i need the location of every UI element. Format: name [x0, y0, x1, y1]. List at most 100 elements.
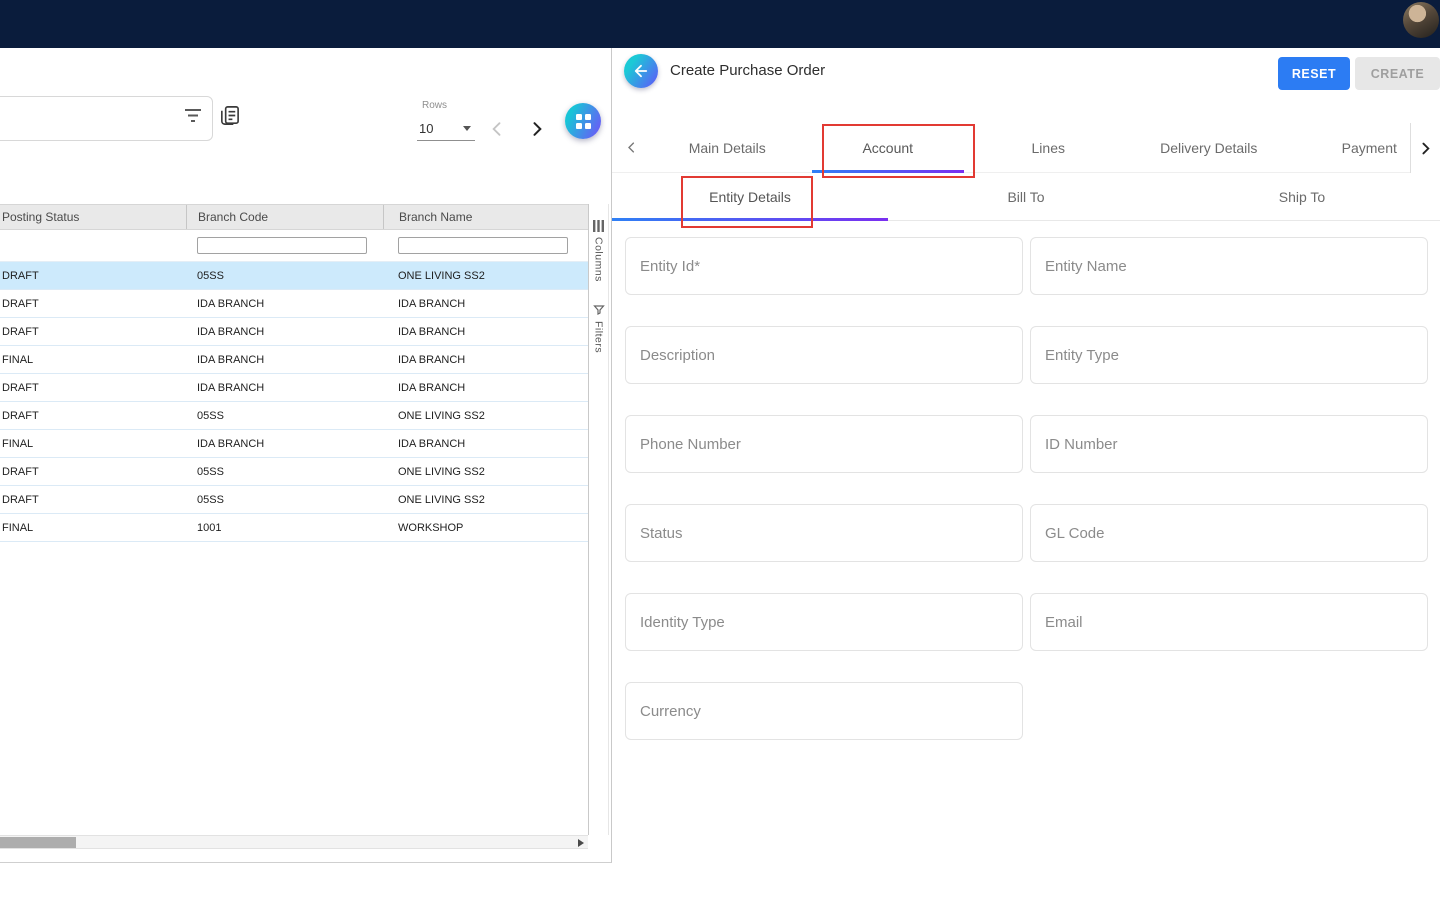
back-arrow-icon — [632, 62, 650, 80]
table-row[interactable]: DRAFTIDA BRANCHIDA BRANCH — [0, 374, 588, 402]
table-cell: DRAFT — [0, 374, 186, 401]
previous-page-button[interactable] — [487, 119, 507, 139]
table-cell: DRAFT — [0, 486, 186, 513]
branch-name-filter-input[interactable] — [398, 237, 568, 254]
rows-per-page-value: 10 — [417, 121, 433, 136]
filter-cell-branch-code — [186, 230, 383, 261]
column-header-posting-status[interactable]: Posting Status — [0, 205, 186, 229]
subtab-bill-to[interactable]: Bill To — [888, 173, 1164, 220]
create-button[interactable]: CREATE — [1355, 57, 1440, 90]
tab-bar: Main DetailsAccountLinesDelivery Details… — [612, 123, 1440, 173]
next-page-button[interactable] — [527, 119, 547, 139]
form-field-description — [625, 326, 1023, 384]
form-field-identity-type — [625, 593, 1023, 651]
form-field-id-number — [1030, 415, 1428, 473]
table-row[interactable]: DRAFT05SSONE LIVING SS2 — [0, 262, 588, 290]
table-cell: DRAFT — [0, 290, 186, 317]
form-field-status — [625, 504, 1023, 562]
tab-lines[interactable]: Lines — [968, 123, 1129, 173]
purchase-order-list-panel: Rows 10 Posting StatusBranch — [0, 48, 612, 863]
rows-per-page-label: Rows — [422, 100, 447, 111]
tab-account[interactable]: Account — [808, 123, 969, 173]
columns-icon — [593, 220, 604, 232]
apps-grid-icon — [576, 114, 591, 129]
rows-per-page-select[interactable]: 10 — [417, 116, 475, 141]
top-navigation-bar — [0, 0, 1440, 48]
table-cell: DRAFT — [0, 402, 186, 429]
table-cell: 05SS — [186, 486, 383, 513]
columns-label: Columns — [593, 237, 605, 282]
field-input-entity-type[interactable] — [1031, 327, 1427, 383]
table-row[interactable]: FINALIDA BRANCHIDA BRANCH — [0, 346, 588, 374]
app-window: Rows 10 Posting StatusBranch — [0, 0, 1440, 900]
table-header-row: Posting StatusBranch CodeBranch Name — [0, 204, 588, 230]
table-row[interactable]: DRAFTIDA BRANCHIDA BRANCH — [0, 318, 588, 346]
field-input-currency[interactable] — [626, 683, 1022, 739]
table-cell: WORKSHOP — [383, 514, 588, 541]
purchase-orders-table: Posting StatusBranch CodeBranch Name DRA… — [0, 204, 588, 542]
field-input-identity-type[interactable] — [626, 594, 1022, 650]
table-cell: 05SS — [186, 458, 383, 485]
branch-code-filter-input[interactable] — [197, 237, 367, 254]
table-cell: IDA BRANCH — [186, 290, 383, 317]
filters-label: Filters — [593, 321, 605, 353]
field-input-id-number[interactable] — [1031, 416, 1427, 472]
tab-delivery-details[interactable]: Delivery Details — [1129, 123, 1290, 173]
table-cell: IDA BRANCH — [383, 290, 588, 317]
form-field-currency — [625, 682, 1023, 740]
filter-cell-branch-name — [383, 230, 588, 261]
table-row[interactable]: DRAFT05SSONE LIVING SS2 — [0, 486, 588, 514]
document-list-icon[interactable] — [218, 104, 241, 127]
table-cell: IDA BRANCH — [186, 346, 383, 373]
subtab-entity-details[interactable]: Entity Details — [612, 173, 888, 220]
funnel-icon — [593, 304, 605, 316]
tab-main-details[interactable]: Main Details — [647, 123, 808, 173]
table-cell: ONE LIVING SS2 — [383, 262, 588, 289]
back-button[interactable] — [624, 54, 658, 88]
field-input-phone-number[interactable] — [626, 416, 1022, 472]
columns-toggle[interactable]: Columns — [593, 220, 605, 282]
form-field-email — [1030, 593, 1428, 651]
table-cell: FINAL — [0, 346, 186, 373]
tab-scroll-left-icon[interactable] — [624, 140, 639, 155]
field-input-gl-code[interactable] — [1031, 505, 1427, 561]
subtab-ship-to[interactable]: Ship To — [1164, 173, 1440, 220]
table-cell: FINAL — [0, 514, 186, 541]
table-cell: ONE LIVING SS2 — [383, 458, 588, 485]
filter-list-icon[interactable] — [184, 108, 202, 123]
table-cell: IDA BRANCH — [186, 318, 383, 345]
reset-button[interactable]: RESET — [1278, 57, 1350, 90]
filters-toggle[interactable]: Filters — [593, 304, 605, 353]
column-header-branch-code[interactable]: Branch Code — [186, 205, 383, 229]
table-cell: IDA BRANCH — [383, 430, 588, 457]
tab-scroll-right-button[interactable] — [1410, 123, 1440, 173]
search-input[interactable] — [7, 111, 157, 126]
user-avatar[interactable] — [1403, 2, 1439, 38]
table-cell: IDA BRANCH — [383, 374, 588, 401]
subtab-bar: Entity DetailsBill ToShip To — [612, 173, 1440, 221]
form-field-phone-number — [625, 415, 1023, 473]
caret-down-icon — [463, 126, 471, 131]
table-cell: 1001 — [186, 514, 383, 541]
field-input-entity-name[interactable] — [1031, 238, 1427, 294]
scrollbar-thumb[interactable] — [0, 837, 76, 848]
table-row[interactable]: DRAFT05SSONE LIVING SS2 — [0, 402, 588, 430]
table-filter-row — [0, 230, 588, 262]
table-cell: DRAFT — [0, 458, 186, 485]
table-row[interactable]: DRAFT05SSONE LIVING SS2 — [0, 458, 588, 486]
table-row[interactable]: FINALIDA BRANCHIDA BRANCH — [0, 430, 588, 458]
tab-payment[interactable]: Payment — [1289, 123, 1410, 173]
scroll-right-arrow-icon[interactable] — [578, 839, 584, 847]
table-row[interactable]: DRAFTIDA BRANCHIDA BRANCH — [0, 290, 588, 318]
table-row[interactable]: FINAL1001WORKSHOP — [0, 514, 588, 542]
field-input-status[interactable] — [626, 505, 1022, 561]
tab-list: Main DetailsAccountLinesDelivery Details… — [647, 123, 1410, 173]
horizontal-scrollbar[interactable] — [0, 835, 588, 849]
field-input-description[interactable] — [626, 327, 1022, 383]
field-input-email[interactable] — [1031, 594, 1427, 650]
column-header-branch-name[interactable]: Branch Name — [383, 205, 588, 229]
apps-grid-button[interactable] — [565, 103, 601, 139]
form-fields — [625, 237, 1428, 740]
field-input-entity-id[interactable] — [626, 238, 1022, 294]
table-cell: DRAFT — [0, 318, 186, 345]
